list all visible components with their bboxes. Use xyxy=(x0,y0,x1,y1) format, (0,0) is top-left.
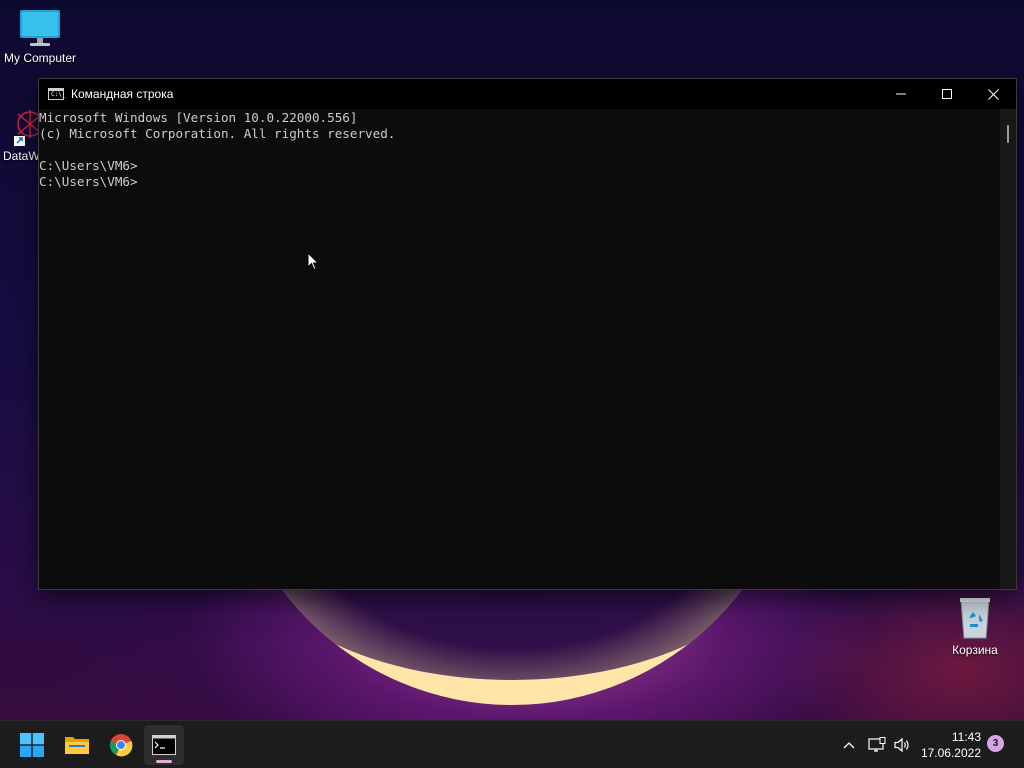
scrollbar-thumb[interactable] xyxy=(1007,125,1009,143)
minimize-icon xyxy=(896,93,906,95)
close-icon xyxy=(987,88,999,100)
desktop-icon-label: DataW xyxy=(3,149,40,163)
clock-time: 11:43 xyxy=(951,730,981,744)
window-titlebar[interactable]: C:\_ Командная строка xyxy=(39,79,1016,109)
console-line: Microsoft Windows [Version 10.0.22000.55… xyxy=(39,110,358,125)
network-icon xyxy=(868,737,886,752)
system-clock[interactable]: 11:43 17.06.2022 xyxy=(921,729,981,761)
chevron-up-icon xyxy=(843,742,855,749)
window-title: Командная строка xyxy=(71,87,174,101)
maximize-icon xyxy=(942,89,952,99)
console-scrollbar[interactable] xyxy=(1000,109,1016,589)
cmd-app-icon: C:\_ xyxy=(48,88,65,100)
active-app-indicator xyxy=(156,760,172,763)
taskbar-command-prompt[interactable] xyxy=(144,725,184,765)
close-button[interactable] xyxy=(970,79,1016,109)
datawrapper-icon xyxy=(14,110,42,146)
recycle-bin-icon xyxy=(960,598,990,639)
show-hidden-icons-button[interactable] xyxy=(840,733,858,757)
network-status-button[interactable] xyxy=(866,733,888,757)
notification-badge[interactable]: 3 xyxy=(987,735,1004,752)
console-output[interactable]: Microsoft Windows [Version 10.0.22000.55… xyxy=(39,109,1001,589)
taskbar-file-explorer[interactable] xyxy=(57,725,97,765)
taskbar-chrome[interactable] xyxy=(101,725,141,765)
console-line: (c) Microsoft Corporation. All rights re… xyxy=(39,126,396,141)
desktop-icon-datawrapper[interactable]: DataW xyxy=(0,106,42,163)
console-line: C:\Users\VM6> xyxy=(39,158,138,173)
minimize-button[interactable] xyxy=(878,79,924,109)
file-explorer-icon xyxy=(65,737,89,754)
chrome-icon xyxy=(109,734,133,757)
volume-icon xyxy=(894,737,909,753)
desktop-icon-label: Корзина xyxy=(952,643,998,657)
console-prompt-line: C:\Users\VM6> xyxy=(39,174,138,189)
clock-date: 17.06.2022 xyxy=(920,746,981,760)
cmd-window[interactable]: C:\_ Командная строка Microsoft Windows … xyxy=(38,78,1017,590)
start-button[interactable] xyxy=(12,725,52,765)
maximize-button[interactable] xyxy=(924,79,970,109)
desktop-icon-recycle-bin[interactable]: Корзина xyxy=(935,596,1015,657)
volume-button[interactable] xyxy=(891,733,913,757)
mouse-cursor-icon xyxy=(307,252,319,271)
monitor-icon xyxy=(20,10,60,46)
desktop-icon-label: My Computer xyxy=(3,51,77,65)
taskbar: 11:43 17.06.2022 xyxy=(0,720,1024,768)
start-icon xyxy=(20,733,44,757)
terminal-icon xyxy=(152,735,176,755)
desktop-icon-my-computer[interactable]: My Computer xyxy=(0,8,80,65)
